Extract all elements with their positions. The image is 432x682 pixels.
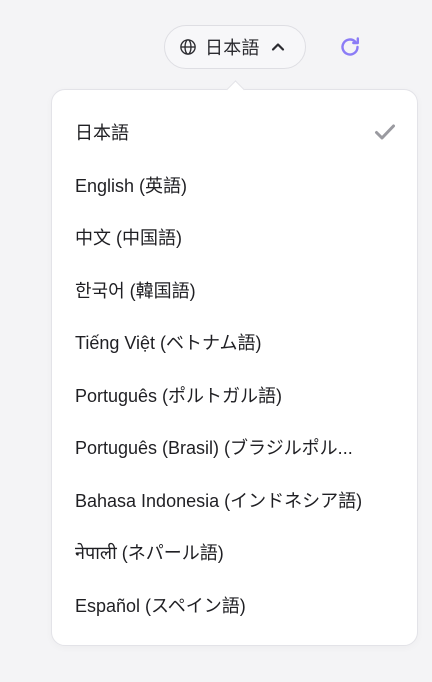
language-dropdown: 日本語 English (英語) 中文 (中国語) 한국어 (韓国語) Tiến… (51, 80, 418, 646)
language-option-label: Português (Brasil) (ブラジルポル... (75, 438, 353, 459)
language-option-ja[interactable]: 日本語 (52, 106, 417, 159)
language-option-vi[interactable]: Tiếng Việt (ベトナム語) (52, 316, 417, 369)
language-option-label: Bahasa Indonesia (インドネシア語) (75, 490, 363, 511)
language-option-label: Português (ポルトガル語) (75, 385, 283, 406)
language-option-label: English (英語) (75, 175, 188, 196)
language-option-label: नेपाली (ネパール語) (75, 543, 224, 564)
language-option-label: 한국어 (韓国語) (75, 280, 196, 301)
language-options-list: 日本語 English (英語) 中文 (中国語) 한국어 (韓国語) Tiến… (52, 90, 417, 631)
language-option-pt-br[interactable]: Português (Brasil) (ブラジルポル... (52, 421, 417, 474)
language-option-label: Español (スペイン語) (75, 595, 246, 616)
language-option-en[interactable]: English (英語) (52, 159, 417, 212)
current-language-label: 日本語 (205, 38, 260, 58)
language-option-label: Tiếng Việt (ベトナム語) (75, 333, 262, 354)
language-selector-button[interactable]: 日本語 (164, 25, 306, 69)
language-option-label: 中文 (中国語) (75, 228, 182, 249)
language-option-ne[interactable]: नेपाली (ネパール語) (52, 526, 417, 579)
language-option-id[interactable]: Bahasa Indonesia (インドネシア語) (52, 474, 417, 527)
chevron-up-icon (270, 39, 286, 55)
refresh-icon (338, 35, 362, 59)
language-option-ko[interactable]: 한국어 (韓国語) (52, 264, 417, 317)
language-option-pt[interactable]: Português (ポルトガル語) (52, 369, 417, 422)
language-option-zh[interactable]: 中文 (中国語) (52, 211, 417, 264)
language-option-label: 日本語 (75, 123, 129, 144)
globe-icon (179, 38, 197, 56)
check-icon (374, 123, 396, 141)
language-option-es[interactable]: Español (スペイン語) (52, 579, 417, 632)
refresh-button[interactable] (337, 34, 363, 60)
